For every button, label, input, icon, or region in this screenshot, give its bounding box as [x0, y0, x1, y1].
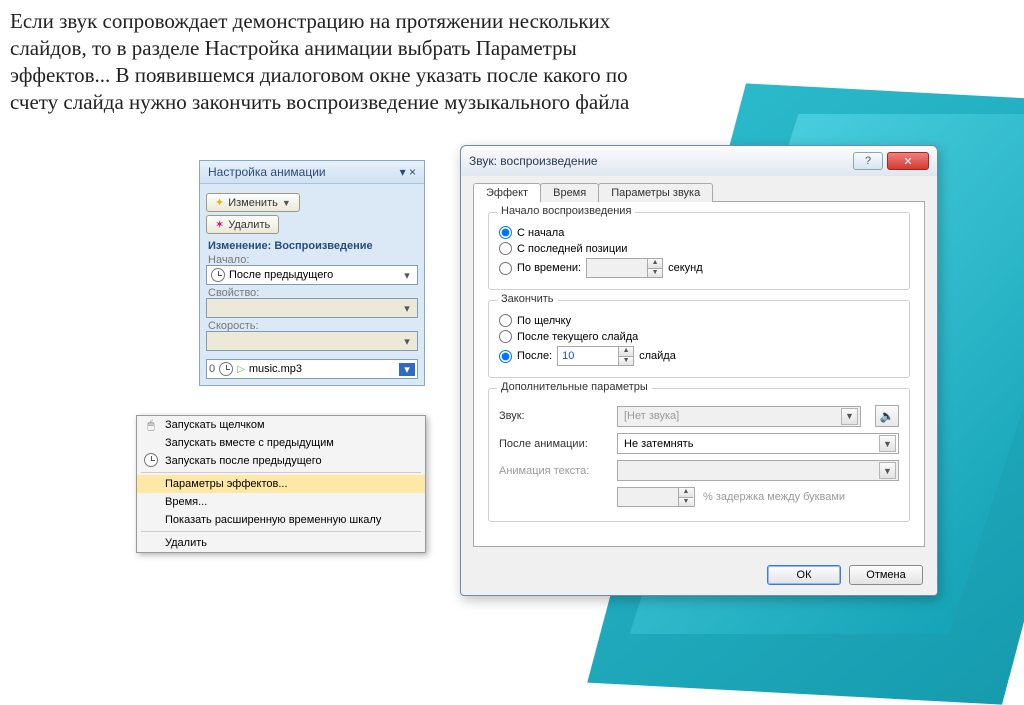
radio-on-click[interactable] [499, 314, 512, 327]
menu-effect-options[interactable]: Параметры эффектов... [137, 475, 425, 493]
mouse-icon: 🖱 [143, 418, 159, 433]
after-anim-label: После анимации: [499, 438, 609, 450]
property-combo: ▾ [206, 298, 418, 318]
separator [141, 531, 421, 532]
animation-pane-title: Настройка анимации [208, 165, 326, 179]
chevron-down-icon: ▼ [879, 435, 896, 452]
menu-timing[interactable]: Время... [137, 493, 425, 511]
tab-timing[interactable]: Время [540, 183, 599, 202]
spin-up-icon: ▲ [647, 259, 662, 268]
group-stop-legend: Закончить [497, 293, 558, 305]
dialog-footer: ОК Отмена [461, 555, 937, 595]
time-spinner: ▲▼ [586, 258, 663, 278]
delay-label: % задержка между буквами [703, 491, 845, 503]
sound-playback-dialog: Звук: воспроизведение ? ✕ Эффект Время П… [460, 145, 938, 596]
chevron-down-icon[interactable]: ▾ × [400, 165, 416, 179]
menu-start-after-previous[interactable]: Запускать после предыдущего [137, 452, 425, 470]
play-icon: ▷ [237, 364, 245, 375]
spin-down-icon: ▼ [647, 268, 662, 277]
sparkle-icon: ✦ [215, 196, 224, 209]
change-button[interactable]: ✦ Изменить ▼ [206, 193, 300, 212]
menu-show-timeline[interactable]: Показать расширенную временную шкалу [137, 511, 425, 529]
text-anim-label: Анимация текста: [499, 465, 609, 477]
ok-button[interactable]: ОК [767, 565, 841, 585]
remove-button[interactable]: ✶ Удалить [206, 215, 279, 234]
sound-combo[interactable]: [Нет звука] ▼ [617, 406, 861, 427]
start-combo-value: После предыдущего [229, 269, 333, 281]
section-change-label: Изменение: Воспроизведение [208, 240, 416, 252]
radio-from-last[interactable] [499, 242, 512, 255]
tab-effect[interactable]: Эффект [473, 183, 541, 202]
delay-input [618, 488, 678, 506]
animation-pane: Настройка анимации ▾ × ✦ Изменить ▼ ✶ Уд… [199, 160, 425, 386]
clock-icon [211, 268, 225, 282]
animation-pane-title-bar: Настройка анимации ▾ × [200, 161, 424, 184]
dialog-title: Звук: воспроизведение [469, 154, 598, 168]
speed-combo: ▾ [206, 331, 418, 351]
after-input[interactable] [558, 347, 618, 365]
chevron-down-icon: ▾ [399, 335, 415, 348]
menu-start-with-previous[interactable]: Запускать вместе с предыдущим [137, 434, 425, 452]
animation-list-item[interactable]: 0 ▷ music.mp3 ▾ [206, 359, 418, 379]
after-spinner[interactable]: ▲▼ [557, 346, 634, 366]
radio-from-begin[interactable] [499, 226, 512, 239]
group-start-playback: Начало воспроизведения С начала С послед… [488, 212, 910, 290]
clock-icon [143, 453, 159, 470]
chevron-down-icon: ▾ [399, 269, 415, 282]
dialog-titlebar[interactable]: Звук: воспроизведение ? ✕ [461, 146, 937, 176]
menu-delete[interactable]: Удалить [137, 534, 425, 552]
chevron-down-icon: ▼ [879, 462, 896, 479]
cancel-button[interactable]: Отмена [849, 565, 923, 585]
item-index: 0 [209, 363, 215, 375]
spin-up-icon[interactable]: ▲ [618, 347, 633, 356]
tab-bar: Эффект Время Параметры звука [473, 183, 925, 202]
close-button[interactable]: ✕ [887, 152, 929, 170]
time-input [587, 259, 647, 277]
chevron-down-icon: ▼ [282, 198, 291, 208]
delay-spinner: ▲▼ [617, 487, 695, 507]
chevron-down-icon: ▾ [399, 302, 415, 315]
item-filename: music.mp3 [249, 363, 302, 375]
tab-content: Начало воспроизведения С начала С послед… [473, 201, 925, 547]
group-start-legend: Начало воспроизведения [497, 205, 635, 217]
spin-up-icon: ▲ [678, 488, 693, 497]
context-menu: 🖱 Запускать щелчком Запускать вместе с п… [136, 415, 426, 553]
after-anim-combo[interactable]: Не затемнять ▼ [617, 433, 899, 454]
separator [141, 472, 421, 473]
tab-sound-params[interactable]: Параметры звука [598, 183, 713, 202]
start-combo[interactable]: После предыдущего ▾ [206, 265, 418, 285]
instruction-text: Если звук сопровождает демонстрацию на п… [10, 8, 630, 116]
text-anim-combo: ▼ [617, 460, 899, 481]
menu-start-on-click[interactable]: 🖱 Запускать щелчком [137, 416, 425, 434]
clock-icon [219, 362, 233, 376]
sound-label: Звук: [499, 410, 609, 422]
sound-preview-button[interactable]: 🔈 [875, 405, 899, 427]
spin-down-icon: ▼ [678, 497, 693, 506]
star-icon: ✶ [215, 218, 224, 231]
spin-down-icon[interactable]: ▼ [618, 356, 633, 365]
radio-after-n[interactable] [499, 350, 512, 363]
chevron-down-icon: ▼ [841, 408, 858, 425]
chevron-down-icon[interactable]: ▾ [399, 363, 415, 376]
group-extra-params: Дополнительные параметры Звук: [Нет звук… [488, 388, 910, 522]
group-stop-playback: Закончить По щелчку После текущего слайд… [488, 300, 910, 378]
group-extra-legend: Дополнительные параметры [497, 381, 652, 393]
radio-by-time[interactable] [499, 262, 512, 275]
help-button[interactable]: ? [853, 152, 883, 170]
radio-after-current[interactable] [499, 330, 512, 343]
